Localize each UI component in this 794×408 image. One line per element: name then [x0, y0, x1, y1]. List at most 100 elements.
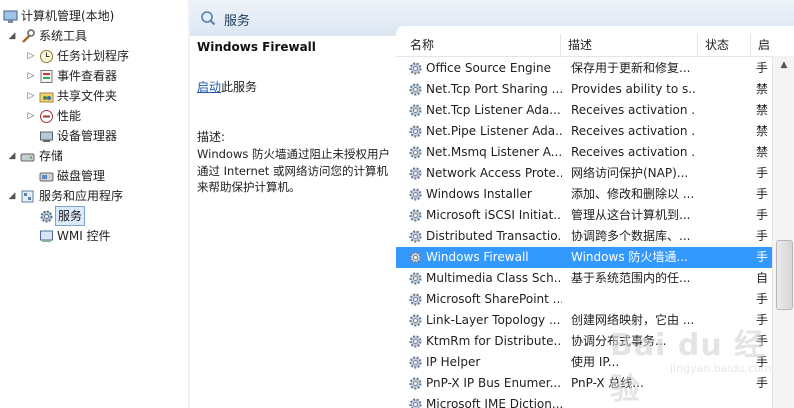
service-name: Windows Installer	[426, 187, 532, 201]
service-description: Receives activation ...	[571, 103, 696, 117]
service-name: PnP-X IP Bus Enumer...	[426, 376, 562, 390]
service-startup-type: 禁	[756, 124, 769, 138]
service-name: Distributed Transactio...	[426, 229, 562, 243]
services-header-title: 服务	[224, 14, 251, 29]
service-details-title: Windows Firewall	[197, 40, 316, 54]
expand-arrow-icon[interactable]: ▷	[26, 66, 36, 86]
service-startup-type: 禁	[756, 103, 769, 117]
expand-arrow-icon[interactable]: ◢	[7, 26, 17, 46]
service-startup-type: 禁	[756, 82, 769, 96]
service-name: Microsoft SharePoint ...	[426, 292, 562, 306]
service-gear-icon	[409, 209, 422, 222]
service-name: KtmRm for Distribute...	[426, 334, 562, 348]
service-details-pane: Windows Firewall 启动此服务 描述: Windows 防火墙通过…	[190, 36, 396, 408]
service-row[interactable]: Office Source Engine 保存用于更新和修复... 手	[396, 58, 772, 79]
tree-item-label: 共享文件夹	[57, 89, 118, 103]
service-name: Microsoft IME Diction...	[426, 397, 562, 408]
service-row[interactable]: Windows Installer 添加、修改和删除以 ... 手	[396, 184, 772, 205]
service-name: Net.Tcp Listener Ada...	[426, 103, 561, 117]
service-gear-icon	[409, 377, 422, 390]
service-row[interactable]: Distributed Transactio... 协调跨多个数据库、... 手	[396, 226, 772, 247]
description-text: Windows 防火墙通过阻止未授权用户通过 Internet 或网络访问您的计…	[197, 147, 390, 194]
service-row[interactable]: Multimedia Class Sch... 基于系统范围内的任... 自	[396, 268, 772, 289]
service-row[interactable]: Net.Msmq Listener A... Receives activatio…	[396, 142, 772, 163]
service-name: Net.Pipe Listener Ada...	[426, 124, 562, 138]
expand-arrow-icon[interactable]: ◢	[7, 146, 17, 166]
service-name: Office Source Engine	[426, 61, 551, 75]
expand-arrow-icon[interactable]: ▷	[26, 86, 36, 106]
service-name: Microsoft iSCSI Initiat...	[426, 208, 562, 222]
service-row[interactable]: Microsoft SharePoint ... 手	[396, 289, 772, 310]
tree-item-label: 任务计划程序	[57, 49, 130, 63]
start-service-suffix: 此服务	[221, 80, 258, 94]
expand-arrow-icon[interactable]: ▷	[26, 106, 36, 126]
service-name: Net.Msmq Listener A...	[426, 145, 562, 159]
service-gear-icon	[409, 188, 422, 201]
service-row[interactable]: Net.Pipe Listener Ada... Receives activat…	[396, 121, 772, 142]
service-name: Network Access Prote...	[426, 166, 562, 180]
service-description: Provides ability to s...	[571, 82, 696, 96]
tree-item-label: 服务	[55, 206, 86, 226]
tree-item-label: WMI 控件	[57, 229, 111, 243]
service-gear-icon	[409, 293, 422, 306]
vertical-scrollbar[interactable]: ▲	[772, 56, 794, 408]
tree-item-label: 磁盘管理	[57, 169, 106, 183]
service-description: Receives activation ...	[571, 145, 696, 159]
watermark-subtext: jingyan.baidu.com	[670, 362, 772, 375]
wmi-icon	[40, 230, 53, 242]
service-description: 管理从这台计算机到...	[571, 208, 691, 222]
service-row[interactable]: Microsoft iSCSI Initiat... 管理从这台计算机到... 手	[396, 205, 772, 226]
service-gear-icon	[409, 314, 422, 327]
service-row[interactable]: Net.Tcp Listener Ada... Receives activati…	[396, 100, 772, 121]
expand-arrow-icon[interactable]: ▷	[26, 46, 36, 66]
tree-item-label: 设备管理器	[57, 129, 118, 143]
tree-item-label: 服务和应用程序	[39, 189, 124, 203]
expand-arrow-icon[interactable]: ◢	[7, 186, 17, 206]
navigation-tree: 计算机管理(本地) ◢ 系统工具 ▷ 任务计划程序 ▷ 事件查看器 ▷ 共享文件夹 ▷ 性能 设备管理…	[0, 0, 189, 408]
storage-icon	[20, 153, 35, 162]
service-startup-type: 手	[756, 166, 769, 180]
service-gear-icon	[409, 398, 422, 408]
service-description: 添加、修改和删除以 ...	[571, 187, 695, 201]
service-startup-type: 禁	[756, 145, 769, 159]
event-viewer-icon	[40, 70, 53, 83]
shared-folder-icon	[39, 92, 54, 103]
tree-item-label: 系统工具	[39, 29, 88, 43]
task-scheduler-icon	[40, 50, 53, 63]
service-description: 网络访问保护(NAP)...	[571, 166, 689, 180]
service-gear-icon	[409, 146, 422, 159]
service-gear-icon	[409, 251, 422, 264]
service-gear-icon	[409, 356, 422, 369]
column-header-startup[interactable]: 启	[752, 34, 794, 56]
service-startup-type: 手	[756, 187, 769, 201]
start-service-link[interactable]: 启动	[197, 80, 221, 94]
column-header-name[interactable]: 名称	[404, 34, 561, 56]
service-startup-type: 手	[756, 250, 769, 264]
service-description: Receives activation ...	[571, 124, 696, 138]
service-row[interactable]: Network Access Prote... 网络访问保护(NAP)... 手	[396, 163, 772, 184]
start-service-line: 启动此服务	[197, 78, 257, 95]
baidu-jingyan-watermark: Bai du 经验 jingyan.baidu.com	[610, 312, 772, 407]
scrollbar-thumb[interactable]	[776, 240, 793, 310]
service-name: Multimedia Class Sch...	[426, 271, 562, 285]
tree-item-label: 计算机管理(本地)	[21, 9, 115, 23]
column-header-status[interactable]: 状态	[699, 34, 751, 56]
service-gear-icon	[409, 230, 422, 243]
computer-management-icon	[3, 10, 18, 23]
service-gear-icon	[409, 335, 422, 348]
service-gear-icon	[409, 125, 422, 138]
service-description: 基于系统范围内的任...	[571, 271, 691, 285]
service-name: Net.Tcp Port Sharing ...	[426, 82, 562, 96]
service-row[interactable]: Windows Firewall Windows 防火墙通... 手	[396, 247, 772, 268]
device-manager-icon	[40, 131, 53, 142]
service-gear-icon	[409, 62, 422, 75]
description-label: 描述:	[197, 130, 226, 144]
tree-item-label: 事件查看器	[57, 69, 118, 83]
column-header-description[interactable]: 描述	[562, 34, 698, 56]
service-gear-icon	[409, 83, 422, 96]
search-gear-icon	[201, 11, 216, 26]
scroll-up-arrow-icon[interactable]: ▲	[773, 56, 794, 74]
service-description: 保存用于更新和修复...	[571, 61, 691, 75]
service-gear-icon	[409, 167, 422, 180]
service-row[interactable]: Net.Tcp Port Sharing ... Provides ability…	[396, 79, 772, 100]
